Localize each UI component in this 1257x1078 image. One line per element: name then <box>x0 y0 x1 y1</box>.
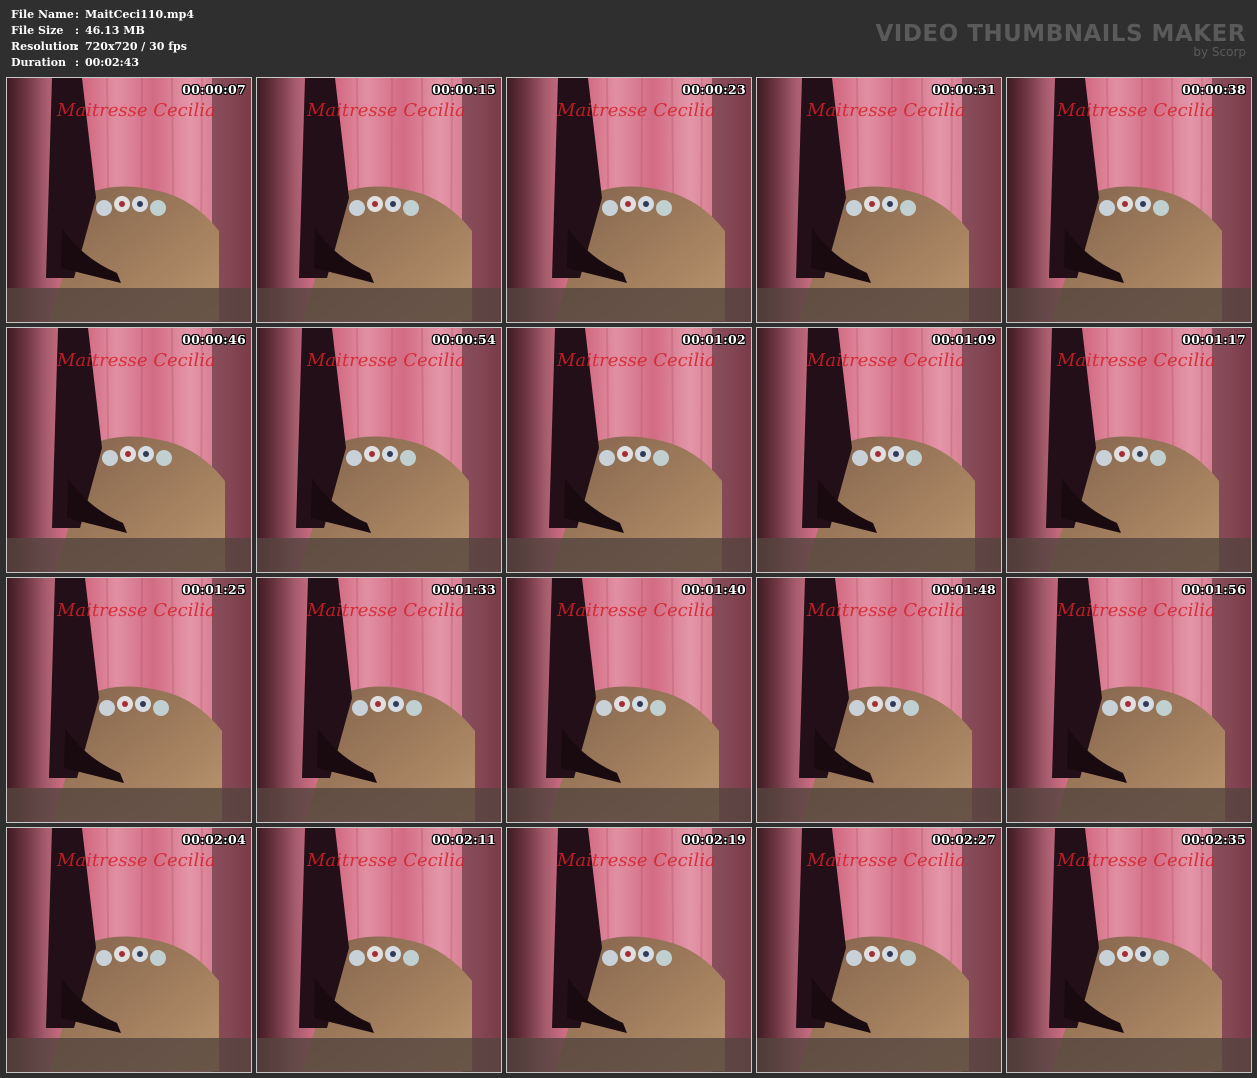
watermark-text: Maitresse Cecilia <box>57 100 216 121</box>
timestamp-label: 00:00:07 <box>182 82 246 97</box>
thumbnail-grid: Maitresse Cecilia 00:00:07 Maitresse Cec… <box>5 76 1252 1073</box>
video-thumbnail[interactable]: Maitresse Cecilia 00:02:11 <box>256 827 502 1073</box>
video-thumbnail[interactable]: Maitresse Cecilia 00:00:31 <box>756 77 1002 323</box>
video-thumbnail[interactable]: Maitresse Cecilia 00:00:38 <box>1006 77 1252 323</box>
header-bar: File Name : MaitCeci110.mp4 File Size : … <box>0 0 1257 74</box>
timestamp-label: 00:00:31 <box>932 82 996 97</box>
video-thumbnail[interactable]: Maitresse Cecilia 00:01:25 <box>6 577 252 823</box>
video-thumbnail[interactable]: Maitresse Cecilia 00:01:02 <box>506 327 752 573</box>
video-thumbnail[interactable]: Maitresse Cecilia 00:02:19 <box>506 827 752 1073</box>
duration-row: Duration : 00:02:43 <box>11 55 194 71</box>
resolution-row: Resolution : 720x720 / 30 fps <box>11 39 194 55</box>
timestamp-label: 00:02:35 <box>1182 832 1246 847</box>
timestamp-label: 00:01:17 <box>1182 332 1246 347</box>
watermark-text: Maitresse Cecilia <box>807 100 966 121</box>
timestamp-label: 00:00:54 <box>432 332 496 347</box>
video-thumbnail[interactable]: Maitresse Cecilia 00:02:35 <box>1006 827 1252 1073</box>
watermark-text: Maitresse Cecilia <box>557 600 716 621</box>
watermark-text: Maitresse Cecilia <box>807 600 966 621</box>
watermark-text: Maitresse Cecilia <box>307 600 466 621</box>
file-info-panel: File Name : MaitCeci110.mp4 File Size : … <box>11 7 194 71</box>
video-thumbnail[interactable]: Maitresse Cecilia 00:02:04 <box>6 827 252 1073</box>
file-name-value: MaitCeci110.mp4 <box>85 8 194 21</box>
timestamp-label: 00:01:33 <box>432 582 496 597</box>
video-thumbnail[interactable]: Maitresse Cecilia 00:01:17 <box>1006 327 1252 573</box>
watermark-text: Maitresse Cecilia <box>307 850 466 871</box>
timestamp-label: 00:02:11 <box>432 832 496 847</box>
file-size-row: File Size : 46.13 MB <box>11 23 194 39</box>
watermark-text: Maitresse Cecilia <box>557 850 716 871</box>
timestamp-label: 00:00:23 <box>682 82 746 97</box>
video-thumbnail[interactable]: Maitresse Cecilia 00:00:54 <box>256 327 502 573</box>
timestamp-label: 00:00:46 <box>182 332 246 347</box>
watermark-text: Maitresse Cecilia <box>1057 600 1216 621</box>
video-thumbnail[interactable]: Maitresse Cecilia 00:01:48 <box>756 577 1002 823</box>
duration-value: 00:02:43 <box>85 56 140 69</box>
watermark-text: Maitresse Cecilia <box>557 100 716 121</box>
file-name-row: File Name : MaitCeci110.mp4 <box>11 7 194 23</box>
brand-logo: VIDEO THUMBNAILS MAKER by Scorp <box>875 20 1246 58</box>
timestamp-label: 00:01:56 <box>1182 582 1246 597</box>
timestamp-label: 00:00:38 <box>1182 82 1246 97</box>
duration-label: Duration <box>11 56 67 69</box>
watermark-text: Maitresse Cecilia <box>1057 350 1216 371</box>
video-thumbnail[interactable]: Maitresse Cecilia 00:00:15 <box>256 77 502 323</box>
brand-title: VIDEO THUMBNAILS MAKER <box>875 21 1246 47</box>
timestamp-label: 00:00:15 <box>432 82 496 97</box>
watermark-text: Maitresse Cecilia <box>57 850 216 871</box>
watermark-text: Maitresse Cecilia <box>307 100 466 121</box>
resolution-value: 720x720 / 30 fps <box>85 40 187 53</box>
timestamp-label: 00:01:40 <box>682 582 746 597</box>
timestamp-label: 00:01:09 <box>932 332 996 347</box>
video-thumbnail[interactable]: Maitresse Cecilia 00:01:56 <box>1006 577 1252 823</box>
watermark-text: Maitresse Cecilia <box>1057 850 1216 871</box>
file-name-label: File Name <box>11 8 74 21</box>
video-thumbnail[interactable]: Maitresse Cecilia 00:00:23 <box>506 77 752 323</box>
timestamp-label: 00:02:27 <box>932 832 996 847</box>
timestamp-label: 00:02:19 <box>682 832 746 847</box>
video-thumbnail[interactable]: Maitresse Cecilia 00:00:07 <box>6 77 252 323</box>
file-size-separator: : <box>75 24 80 37</box>
watermark-text: Maitresse Cecilia <box>1057 100 1216 121</box>
video-thumbnail[interactable]: Maitresse Cecilia 00:01:40 <box>506 577 752 823</box>
timestamp-label: 00:02:04 <box>182 832 246 847</box>
file-size-value: 46.13 MB <box>85 24 145 37</box>
file-size-label: File Size <box>11 24 64 37</box>
timestamp-label: 00:01:02 <box>682 332 746 347</box>
watermark-text: Maitresse Cecilia <box>57 600 216 621</box>
timestamp-label: 00:01:25 <box>182 582 246 597</box>
video-thumbnail[interactable]: Maitresse Cecilia 00:02:27 <box>756 827 1002 1073</box>
watermark-text: Maitresse Cecilia <box>57 350 216 371</box>
timestamp-label: 00:01:48 <box>932 582 996 597</box>
watermark-text: Maitresse Cecilia <box>557 350 716 371</box>
resolution-label: Resolution <box>11 40 78 53</box>
resolution-separator: : <box>75 40 80 53</box>
video-thumbnail[interactable]: Maitresse Cecilia 00:01:33 <box>256 577 502 823</box>
video-thumbnail[interactable]: Maitresse Cecilia 00:00:46 <box>6 327 252 573</box>
duration-separator: : <box>75 56 80 69</box>
file-name-separator: : <box>75 8 80 21</box>
watermark-text: Maitresse Cecilia <box>807 350 966 371</box>
video-thumbnail[interactable]: Maitresse Cecilia 00:01:09 <box>756 327 1002 573</box>
watermark-text: Maitresse Cecilia <box>307 350 466 371</box>
watermark-text: Maitresse Cecilia <box>807 850 966 871</box>
